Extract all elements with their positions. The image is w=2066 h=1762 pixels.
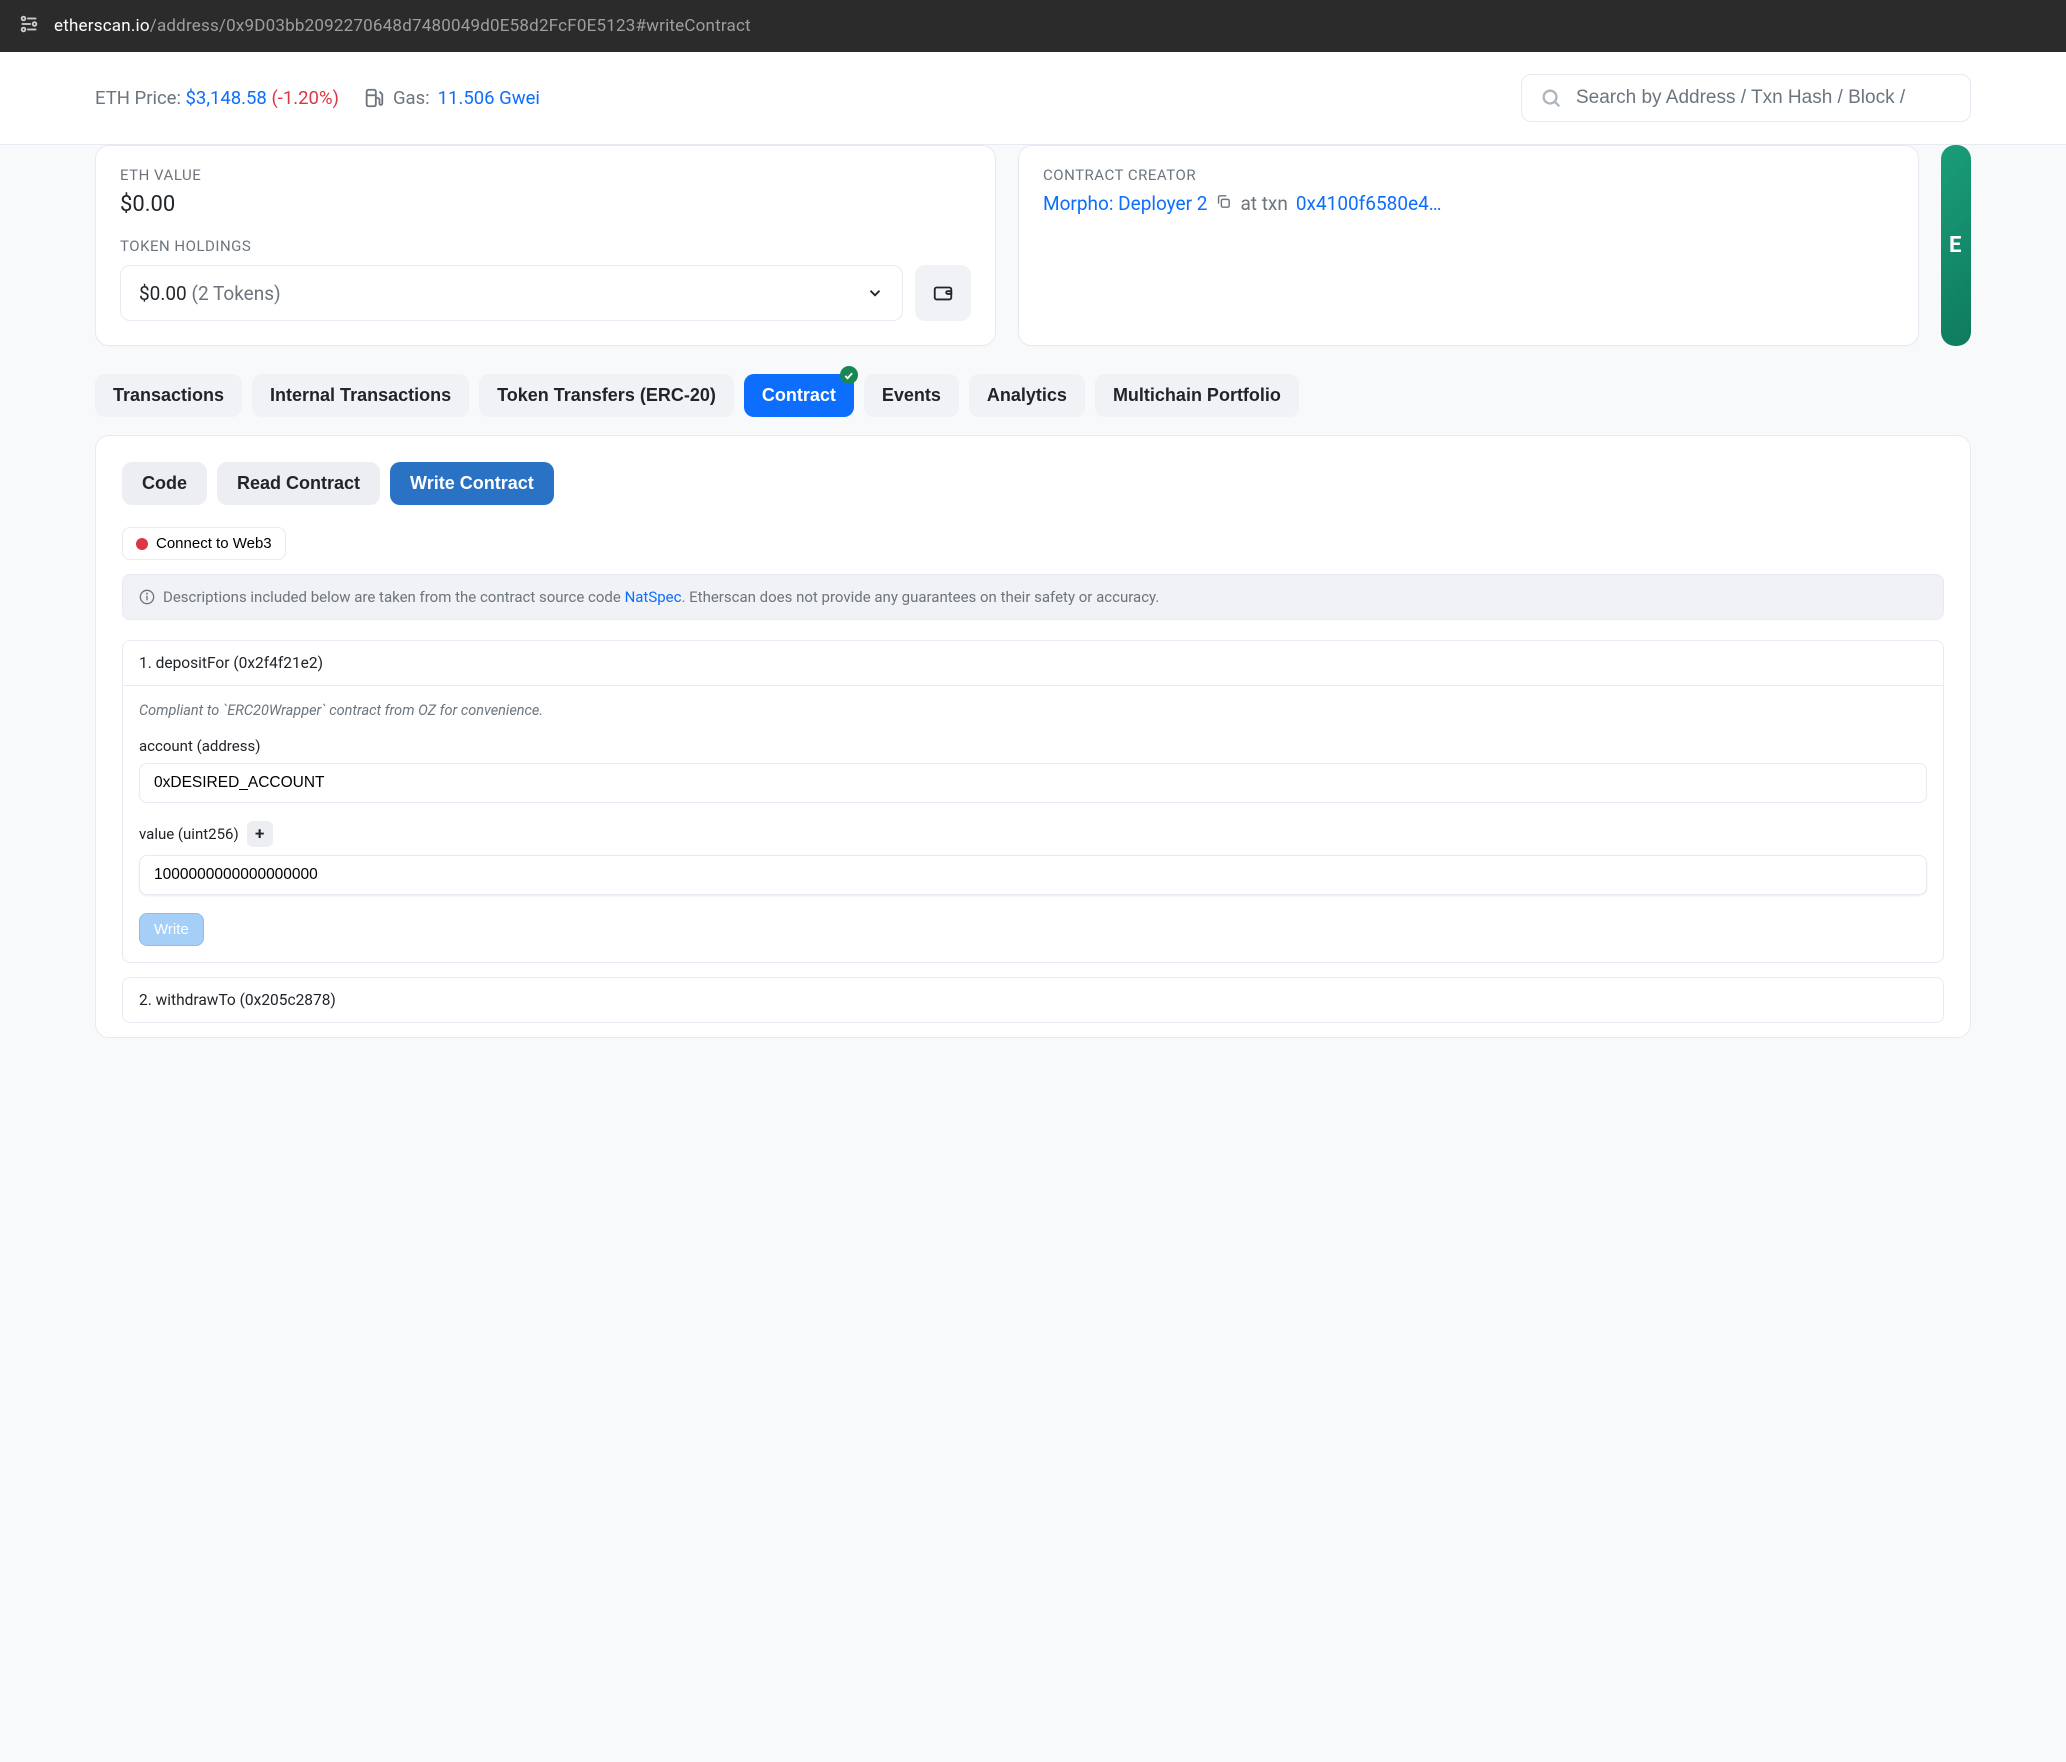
token-holdings-label: TOKEN HOLDINGS — [120, 237, 971, 255]
eth-price: ETH Price: $3,148.58 (-1.20%) — [95, 87, 339, 109]
eth-value-label: ETH VALUE — [120, 166, 971, 184]
field-label-value: value (uint256) + — [139, 821, 1927, 847]
verified-badge — [840, 366, 858, 384]
tab-token-transfers[interactable]: Token Transfers (ERC-20) — [479, 374, 734, 417]
contract-subtabs: Code Read Contract Write Contract — [122, 462, 1944, 505]
method-description: Compliant to `ERC20Wrapper` contract fro… — [139, 702, 1927, 719]
more-info-card: CONTRACT CREATOR Morpho: Deployer 2 at t… — [1018, 145, 1919, 346]
gas-pump-icon — [363, 87, 385, 109]
method-depositfor: 1. depositFor (0x2f4f21e2) Compliant to … — [122, 640, 1944, 963]
wallet-button[interactable] — [915, 265, 971, 321]
input-account-address[interactable] — [139, 763, 1927, 803]
method-withdrawto: 2. withdrawTo (0x205c2878) — [122, 977, 1944, 1023]
browser-url[interactable]: etherscan.io/address/0x9D03bb2092270648d… — [54, 16, 751, 36]
site-settings-icon[interactable] — [18, 13, 40, 39]
tab-transactions[interactable]: Transactions — [95, 374, 242, 417]
copy-icon — [1215, 193, 1232, 210]
eth-price-value[interactable]: $3,148.58 — [186, 87, 267, 109]
creation-txn-link[interactable]: 0x4100f6580e4… — [1296, 192, 1442, 215]
natspec-link[interactable]: NatSpec — [625, 588, 682, 606]
main-tabs: Transactions Internal Transactions Token… — [95, 374, 1971, 417]
site-header: ETH Price: $3,148.58 (-1.20%) Gas: 11.50… — [0, 52, 2066, 145]
tab-multichain-portfolio[interactable]: Multichain Portfolio — [1095, 374, 1299, 417]
search-icon — [1540, 87, 1562, 109]
natspec-notice: Descriptions included below are taken fr… — [122, 574, 1944, 620]
write-button[interactable]: Write — [139, 913, 204, 946]
info-icon — [139, 589, 155, 605]
input-value-uint256[interactable] — [139, 855, 1927, 895]
gas-tracker[interactable]: Gas: 11.506 Gwei — [363, 87, 540, 109]
token-holdings-dropdown[interactable]: $0.00 (2 Tokens) — [120, 265, 903, 321]
search-input[interactable] — [1576, 87, 1952, 109]
creator-link[interactable]: Morpho: Deployer 2 — [1043, 192, 1207, 215]
eth-value: $0.00 — [120, 192, 971, 217]
subtab-code[interactable]: Code — [122, 462, 207, 505]
browser-address-bar: etherscan.io/address/0x9D03bb2092270648d… — [0, 0, 2066, 52]
add-value-button[interactable]: + — [247, 821, 273, 847]
field-label-account: account (address) — [139, 737, 1927, 755]
search-bar[interactable] — [1521, 74, 1971, 122]
chevron-down-icon — [866, 284, 884, 302]
subtab-read-contract[interactable]: Read Contract — [217, 462, 380, 505]
method-depositfor-header[interactable]: 1. depositFor (0x2f4f21e2) — [123, 641, 1943, 686]
status-dot-icon — [136, 538, 148, 550]
copy-button[interactable] — [1215, 192, 1232, 215]
eth-price-change: (-1.20%) — [271, 87, 339, 109]
method-withdrawto-header[interactable]: 2. withdrawTo (0x205c2878) — [123, 978, 1943, 1022]
contract-panel: Code Read Contract Write Contract Connec… — [95, 435, 1971, 1038]
overview-card: ETH VALUE $0.00 TOKEN HOLDINGS $0.00 (2 … — [95, 145, 996, 346]
promo-card[interactable]: E — [1941, 145, 1971, 346]
check-icon — [843, 370, 854, 381]
wallet-icon — [932, 282, 954, 304]
tab-analytics[interactable]: Analytics — [969, 374, 1085, 417]
connect-web3-button[interactable]: Connect to Web3 — [122, 527, 286, 560]
subtab-write-contract[interactable]: Write Contract — [390, 462, 554, 505]
tab-events[interactable]: Events — [864, 374, 959, 417]
tab-internal-transactions[interactable]: Internal Transactions — [252, 374, 469, 417]
tab-contract[interactable]: Contract — [744, 374, 854, 417]
contract-creator-label: CONTRACT CREATOR — [1043, 166, 1894, 184]
